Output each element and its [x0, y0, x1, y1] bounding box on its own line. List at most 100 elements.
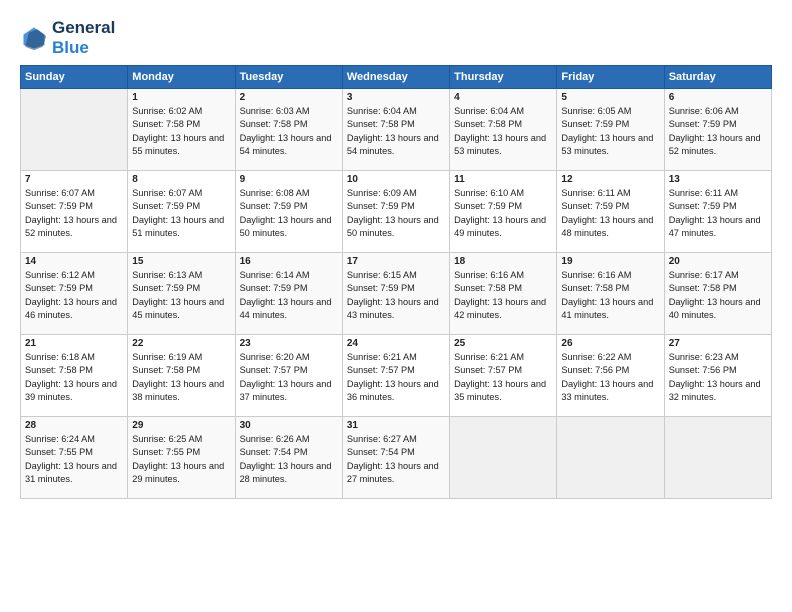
cell-content: Sunrise: 6:08 AM Sunset: 7:59 PM Dayligh…	[240, 187, 338, 240]
sunrise: Sunrise: 6:02 AM	[132, 106, 202, 116]
daylight: Daylight: 13 hours and 31 minutes.	[25, 461, 117, 484]
day-number: 3	[347, 92, 445, 103]
sunrise: Sunrise: 6:13 AM	[132, 270, 202, 280]
day-number: 21	[25, 338, 123, 349]
calendar-cell: 17 Sunrise: 6:15 AM Sunset: 7:59 PM Dayl…	[342, 253, 449, 335]
day-number: 20	[669, 256, 767, 267]
daylight: Daylight: 13 hours and 43 minutes.	[347, 297, 439, 320]
cell-content: Sunrise: 6:16 AM Sunset: 7:58 PM Dayligh…	[561, 269, 659, 322]
cell-content: Sunrise: 6:12 AM Sunset: 7:59 PM Dayligh…	[25, 269, 123, 322]
daylight: Daylight: 13 hours and 46 minutes.	[25, 297, 117, 320]
calendar-cell: 23 Sunrise: 6:20 AM Sunset: 7:57 PM Dayl…	[235, 335, 342, 417]
sunset: Sunset: 7:55 PM	[132, 447, 200, 457]
calendar-cell: 11 Sunrise: 6:10 AM Sunset: 7:59 PM Dayl…	[450, 171, 557, 253]
calendar-cell: 26 Sunrise: 6:22 AM Sunset: 7:56 PM Dayl…	[557, 335, 664, 417]
daylight: Daylight: 13 hours and 54 minutes.	[347, 133, 439, 156]
header-row: SundayMondayTuesdayWednesdayThursdayFrid…	[21, 66, 772, 89]
cell-content: Sunrise: 6:23 AM Sunset: 7:56 PM Dayligh…	[669, 351, 767, 404]
sunset: Sunset: 7:59 PM	[454, 201, 522, 211]
cell-content: Sunrise: 6:16 AM Sunset: 7:58 PM Dayligh…	[454, 269, 552, 322]
calendar-cell: 4 Sunrise: 6:04 AM Sunset: 7:58 PM Dayli…	[450, 89, 557, 171]
day-number: 22	[132, 338, 230, 349]
daylight: Daylight: 13 hours and 29 minutes.	[132, 461, 224, 484]
sunset: Sunset: 7:58 PM	[669, 283, 737, 293]
cell-content: Sunrise: 6:03 AM Sunset: 7:58 PM Dayligh…	[240, 105, 338, 158]
sunset: Sunset: 7:59 PM	[240, 201, 308, 211]
daylight: Daylight: 13 hours and 28 minutes.	[240, 461, 332, 484]
calendar-cell: 5 Sunrise: 6:05 AM Sunset: 7:59 PM Dayli…	[557, 89, 664, 171]
sunrise: Sunrise: 6:26 AM	[240, 434, 310, 444]
sunset: Sunset: 7:58 PM	[132, 365, 200, 375]
daylight: Daylight: 13 hours and 54 minutes.	[240, 133, 332, 156]
sunset: Sunset: 7:59 PM	[561, 201, 629, 211]
day-number: 8	[132, 174, 230, 185]
cell-content: Sunrise: 6:22 AM Sunset: 7:56 PM Dayligh…	[561, 351, 659, 404]
sunrise: Sunrise: 6:23 AM	[669, 352, 739, 362]
daylight: Daylight: 13 hours and 35 minutes.	[454, 379, 546, 402]
calendar-cell: 12 Sunrise: 6:11 AM Sunset: 7:59 PM Dayl…	[557, 171, 664, 253]
sunrise: Sunrise: 6:17 AM	[669, 270, 739, 280]
calendar-cell	[450, 417, 557, 499]
sunrise: Sunrise: 6:11 AM	[669, 188, 738, 198]
cell-content: Sunrise: 6:27 AM Sunset: 7:54 PM Dayligh…	[347, 433, 445, 486]
header-day: Thursday	[450, 66, 557, 89]
sunset: Sunset: 7:58 PM	[454, 119, 522, 129]
calendar-cell	[664, 417, 771, 499]
day-number: 14	[25, 256, 123, 267]
sunrise: Sunrise: 6:18 AM	[25, 352, 95, 362]
sunset: Sunset: 7:58 PM	[347, 119, 415, 129]
sunrise: Sunrise: 6:27 AM	[347, 434, 417, 444]
daylight: Daylight: 13 hours and 53 minutes.	[561, 133, 653, 156]
sunrise: Sunrise: 6:10 AM	[454, 188, 524, 198]
sunrise: Sunrise: 6:16 AM	[454, 270, 524, 280]
day-number: 19	[561, 256, 659, 267]
calendar-cell: 10 Sunrise: 6:09 AM Sunset: 7:59 PM Dayl…	[342, 171, 449, 253]
sunrise: Sunrise: 6:16 AM	[561, 270, 631, 280]
sunrise: Sunrise: 6:25 AM	[132, 434, 202, 444]
cell-content: Sunrise: 6:17 AM Sunset: 7:58 PM Dayligh…	[669, 269, 767, 322]
calendar-cell: 13 Sunrise: 6:11 AM Sunset: 7:59 PM Dayl…	[664, 171, 771, 253]
sunrise: Sunrise: 6:15 AM	[347, 270, 417, 280]
sunrise: Sunrise: 6:08 AM	[240, 188, 310, 198]
cell-content: Sunrise: 6:20 AM Sunset: 7:57 PM Dayligh…	[240, 351, 338, 404]
daylight: Daylight: 13 hours and 55 minutes.	[132, 133, 224, 156]
daylight: Daylight: 13 hours and 45 minutes.	[132, 297, 224, 320]
calendar-week: 14 Sunrise: 6:12 AM Sunset: 7:59 PM Dayl…	[21, 253, 772, 335]
cell-content: Sunrise: 6:07 AM Sunset: 7:59 PM Dayligh…	[132, 187, 230, 240]
cell-content: Sunrise: 6:21 AM Sunset: 7:57 PM Dayligh…	[347, 351, 445, 404]
cell-content: Sunrise: 6:18 AM Sunset: 7:58 PM Dayligh…	[25, 351, 123, 404]
sunset: Sunset: 7:59 PM	[347, 283, 415, 293]
cell-content: Sunrise: 6:15 AM Sunset: 7:59 PM Dayligh…	[347, 269, 445, 322]
sunrise: Sunrise: 6:14 AM	[240, 270, 310, 280]
calendar-cell: 7 Sunrise: 6:07 AM Sunset: 7:59 PM Dayli…	[21, 171, 128, 253]
cell-content: Sunrise: 6:25 AM Sunset: 7:55 PM Dayligh…	[132, 433, 230, 486]
cell-content: Sunrise: 6:13 AM Sunset: 7:59 PM Dayligh…	[132, 269, 230, 322]
sunrise: Sunrise: 6:22 AM	[561, 352, 631, 362]
sunset: Sunset: 7:58 PM	[240, 119, 308, 129]
day-number: 12	[561, 174, 659, 185]
cell-content: Sunrise: 6:10 AM Sunset: 7:59 PM Dayligh…	[454, 187, 552, 240]
day-number: 24	[347, 338, 445, 349]
sunrise: Sunrise: 6:12 AM	[25, 270, 95, 280]
cell-content: Sunrise: 6:05 AM Sunset: 7:59 PM Dayligh…	[561, 105, 659, 158]
sunset: Sunset: 7:54 PM	[347, 447, 415, 457]
sunrise: Sunrise: 6:04 AM	[347, 106, 417, 116]
calendar-cell: 22 Sunrise: 6:19 AM Sunset: 7:58 PM Dayl…	[128, 335, 235, 417]
cell-content: Sunrise: 6:11 AM Sunset: 7:59 PM Dayligh…	[669, 187, 767, 240]
day-number: 5	[561, 92, 659, 103]
calendar-cell: 14 Sunrise: 6:12 AM Sunset: 7:59 PM Dayl…	[21, 253, 128, 335]
calendar-cell: 25 Sunrise: 6:21 AM Sunset: 7:57 PM Dayl…	[450, 335, 557, 417]
sunset: Sunset: 7:59 PM	[561, 119, 629, 129]
sunrise: Sunrise: 6:07 AM	[132, 188, 202, 198]
sunrise: Sunrise: 6:21 AM	[454, 352, 524, 362]
day-number: 30	[240, 420, 338, 431]
sunset: Sunset: 7:59 PM	[25, 283, 93, 293]
calendar-cell: 3 Sunrise: 6:04 AM Sunset: 7:58 PM Dayli…	[342, 89, 449, 171]
daylight: Daylight: 13 hours and 27 minutes.	[347, 461, 439, 484]
day-number: 4	[454, 92, 552, 103]
calendar-week: 1 Sunrise: 6:02 AM Sunset: 7:58 PM Dayli…	[21, 89, 772, 171]
sunset: Sunset: 7:58 PM	[454, 283, 522, 293]
day-number: 9	[240, 174, 338, 185]
calendar-week: 7 Sunrise: 6:07 AM Sunset: 7:59 PM Dayli…	[21, 171, 772, 253]
calendar-cell: 2 Sunrise: 6:03 AM Sunset: 7:58 PM Dayli…	[235, 89, 342, 171]
